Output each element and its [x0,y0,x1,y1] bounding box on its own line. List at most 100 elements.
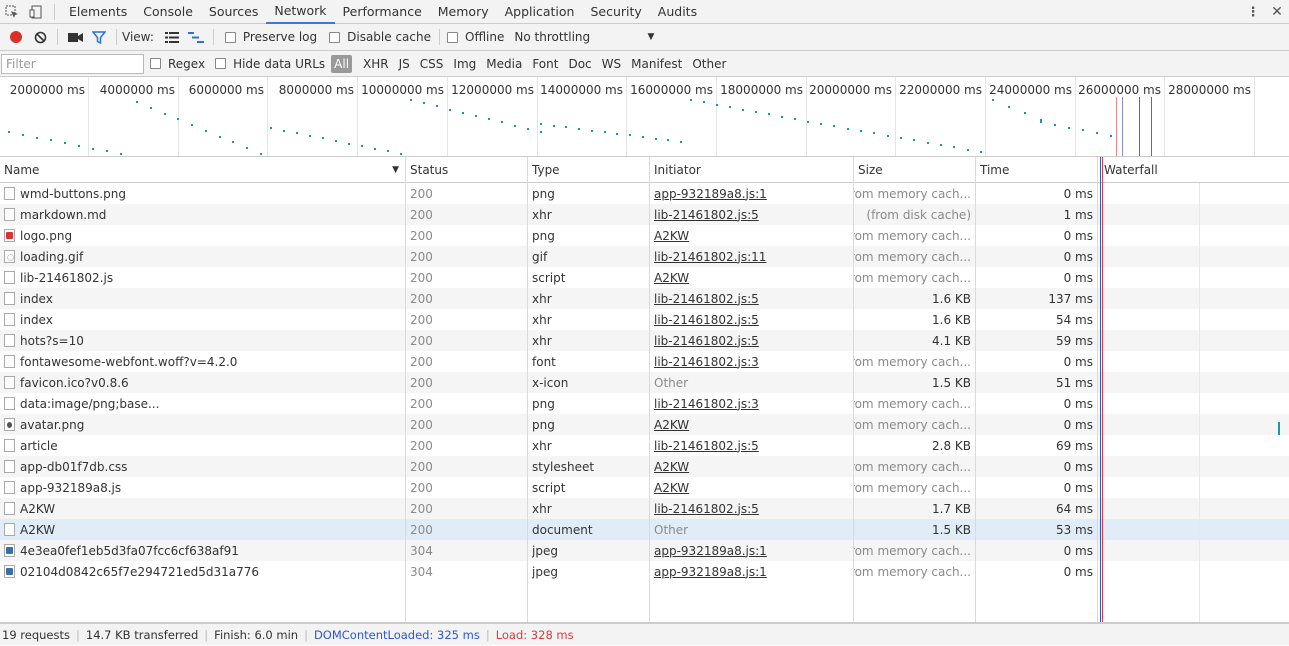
filter-type-ws[interactable]: WS [597,55,626,73]
table-row[interactable]: index 200 xhr lib-21461802.js:5 1.6 KB 1… [0,288,1289,309]
initiator-link[interactable]: lib-21461802.js:11 [654,250,766,264]
table-row[interactable]: logo.png 200 png A2KW (from memory cach.… [0,225,1289,246]
initiator-link[interactable]: A2KW [654,460,689,474]
initiator-cell[interactable]: A2KW [650,267,854,288]
filter-type-other[interactable]: Other [687,55,731,73]
table-row[interactable]: avatar.png 200 png A2KW (from memory cac… [0,414,1289,435]
clear-button[interactable] [28,25,52,49]
filter-type-xhr[interactable]: XHR [358,55,394,73]
preserve-log-checkbox[interactable] [224,31,236,43]
filter-type-media[interactable]: Media [481,55,527,73]
request-name-cell[interactable]: wmd-buttons.png [0,183,406,204]
request-name-cell[interactable]: logo.png [0,225,406,246]
table-row[interactable]: data:image/png;base... 200 png lib-21461… [0,393,1289,414]
overview-toggle-button[interactable] [184,25,208,49]
initiator-link[interactable]: lib-21461802.js:3 [654,397,759,411]
table-row[interactable]: fontawesome-webfont.woff?v=4.2.0 200 fon… [0,351,1289,372]
initiator-link[interactable]: lib-21461802.js:5 [654,502,759,516]
filter-type-js[interactable]: JS [394,55,415,73]
filter-type-doc[interactable]: Doc [563,55,596,73]
tab-network[interactable]: Network [266,0,335,24]
initiator-link[interactable]: A2KW [654,418,689,432]
tab-audits[interactable]: Audits [650,0,705,24]
regex-checkbox[interactable] [150,58,161,69]
network-overview[interactable]: 2000000 ms 4000000 ms 6000000 ms 8000000 ms… [0,77,1289,157]
table-row[interactable]: article 200 xhr lib-21461802.js:5 2.8 KB… [0,435,1289,456]
request-name-cell[interactable]: index [0,288,406,309]
filter-type-manifest[interactable]: Manifest [626,55,687,73]
column-header-name[interactable]: Name ▼ [0,157,406,182]
table-row[interactable]: index 200 xhr lib-21461802.js:5 1.6 KB 5… [0,309,1289,330]
hide-data-urls-checkbox[interactable] [215,58,227,69]
column-header-type[interactable]: Type [528,157,650,182]
column-header-size[interactable]: Size [854,157,976,182]
initiator-link[interactable]: lib-21461802.js:5 [654,208,759,222]
filter-type-font[interactable]: Font [527,55,563,73]
table-row[interactable]: A2KW 200 document Other 1.5 KB 53 ms [0,519,1289,540]
table-row[interactable]: 02104d0842c65f7e294721ed5d31a776 304 jpe… [0,561,1289,582]
table-row[interactable]: app-932189a8.js 200 script A2KW (from me… [0,477,1289,498]
initiator-cell[interactable]: A2KW [650,477,854,498]
initiator-cell[interactable]: lib-21461802.js:3 [650,351,854,372]
offline-checkbox[interactable] [447,31,458,43]
tab-security[interactable]: Security [582,0,649,24]
table-row[interactable]: 4e3ea0fef1eb5d3fa07fcc6cf638af91 304 jpe… [0,540,1289,561]
initiator-link[interactable]: app-932189a8.js:1 [654,187,767,201]
request-name-cell[interactable]: app-932189a8.js [0,477,406,498]
large-rows-button[interactable] [160,25,184,49]
table-row[interactable]: hots?s=10 200 xhr lib-21461802.js:5 4.1 … [0,330,1289,351]
initiator-cell[interactable]: A2KW [650,225,854,246]
more-menu-icon[interactable]: ⋮ [1241,0,1265,24]
initiator-cell[interactable]: A2KW [650,456,854,477]
request-name-cell[interactable]: index [0,309,406,330]
column-header-status[interactable]: Status [406,157,528,182]
request-name-cell[interactable]: favicon.ico?v0.8.6 [0,372,406,393]
request-name-cell[interactable]: A2KW [0,498,406,519]
initiator-link[interactable]: app-932189a8.js:1 [654,565,767,579]
filter-input[interactable] [1,53,144,74]
throttling-select[interactable]: No throttling ▼ [514,30,654,44]
filter-type-css[interactable]: CSS [415,55,449,73]
initiator-cell[interactable]: lib-21461802.js:11 [650,246,854,267]
table-row[interactable]: lib-21461802.js 200 script A2KW (from me… [0,267,1289,288]
table-row[interactable]: wmd-buttons.png 200 png app-932189a8.js:… [0,183,1289,204]
table-row[interactable]: favicon.ico?v0.8.6 200 x-icon Other 1.5 … [0,372,1289,393]
initiator-link[interactable]: lib-21461802.js:3 [654,355,759,369]
tab-memory[interactable]: Memory [430,0,497,24]
tab-performance[interactable]: Performance [335,0,430,24]
request-name-cell[interactable]: fontawesome-webfont.woff?v=4.2.0 [0,351,406,372]
initiator-link[interactable]: lib-21461802.js:5 [654,439,759,453]
request-name-cell[interactable]: markdown.md [0,204,406,225]
request-name-cell[interactable]: hots?s=10 [0,330,406,351]
tab-sources[interactable]: Sources [201,0,266,24]
column-header-waterfall[interactable]: Waterfall [1098,157,1289,182]
tab-console[interactable]: Console [135,0,201,24]
table-row[interactable]: A2KW 200 xhr lib-21461802.js:5 1.7 KB 64… [0,498,1289,519]
initiator-cell[interactable]: lib-21461802.js:5 [650,309,854,330]
tab-elements[interactable]: Elements [61,0,135,24]
initiator-link[interactable]: lib-21461802.js:5 [654,292,759,306]
inspect-element-icon[interactable] [0,0,24,24]
tab-application[interactable]: Application [497,0,583,24]
initiator-cell[interactable]: lib-21461802.js:5 [650,204,854,225]
capture-screenshots-button[interactable] [63,25,87,49]
close-devtools-icon[interactable]: ✕ [1265,0,1289,24]
initiator-cell[interactable]: lib-21461802.js:5 [650,330,854,351]
request-name-cell[interactable]: avatar.png [0,414,406,435]
initiator-cell[interactable]: A2KW [650,414,854,435]
filter-toggle-button[interactable] [87,25,111,49]
table-row[interactable]: loading.gif 200 gif lib-21461802.js:11 (… [0,246,1289,267]
request-name-cell[interactable]: lib-21461802.js [0,267,406,288]
request-name-cell[interactable]: data:image/png;base... [0,393,406,414]
request-name-cell[interactable]: article [0,435,406,456]
request-name-cell[interactable]: 4e3ea0fef1eb5d3fa07fcc6cf638af91 [0,540,406,561]
disable-cache-checkbox[interactable] [329,31,341,43]
request-name-cell[interactable]: A2KW [0,519,406,540]
table-row[interactable]: app-db01f7db.css 200 stylesheet A2KW (fr… [0,456,1289,477]
initiator-cell[interactable]: lib-21461802.js:5 [650,288,854,309]
request-name-cell[interactable]: 02104d0842c65f7e294721ed5d31a776 [0,561,406,582]
initiator-link[interactable]: lib-21461802.js:5 [654,334,759,348]
initiator-cell[interactable]: app-932189a8.js:1 [650,183,854,204]
table-row[interactable]: markdown.md 200 xhr lib-21461802.js:5 (f… [0,204,1289,225]
request-name-cell[interactable]: loading.gif [0,246,406,267]
